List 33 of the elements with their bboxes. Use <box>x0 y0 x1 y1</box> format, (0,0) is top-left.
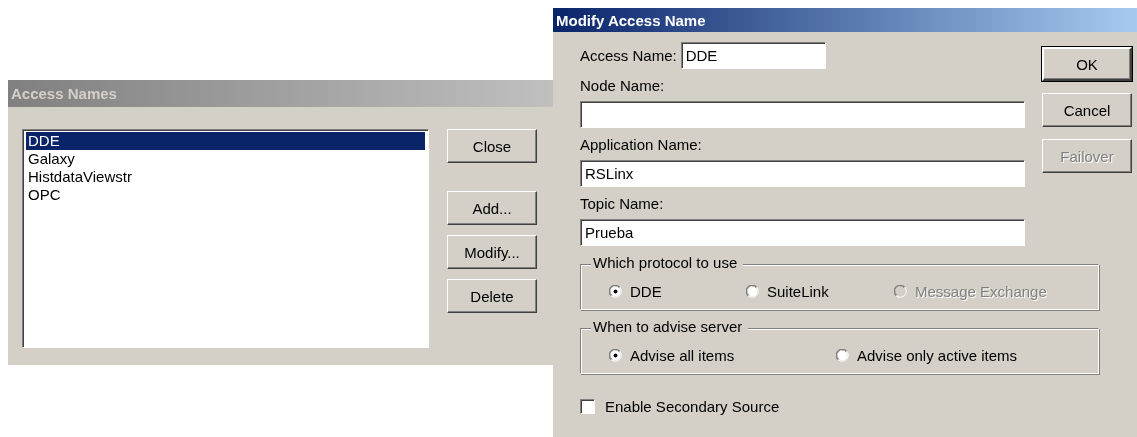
radio-label[interactable]: Advise all items <box>630 346 735 364</box>
window-title: Modify Access Name <box>556 11 706 29</box>
group-title: Which protocol to use <box>591 254 744 271</box>
list-item[interactable]: DDE <box>26 132 425 150</box>
list-item[interactable]: Galaxy <box>26 150 425 168</box>
checkbox[interactable] <box>580 399 595 414</box>
dialog-button[interactable]: OK <box>1042 47 1132 81</box>
radio-button[interactable] <box>609 348 622 362</box>
window-title: Access Names <box>11 85 117 102</box>
dialog-button[interactable]: Close <box>447 129 537 163</box>
list-item[interactable]: HistdataViewstr <box>26 168 425 186</box>
text-field[interactable]: DDE <box>680 42 826 69</box>
radio-label[interactable]: Advise only active items <box>857 346 1018 364</box>
field-label: Node Name: <box>580 77 666 94</box>
checkbox-label[interactable]: Enable Secondary Source <box>605 398 780 415</box>
radio-label[interactable]: DDE <box>630 282 662 300</box>
field-label: Application Name: <box>580 136 703 153</box>
dialog-button[interactable]: Delete <box>447 279 537 313</box>
dialog-button[interactable]: Add... <box>447 191 537 225</box>
list-box[interactable]: DDE Galaxy HistdataViewstr OPC <box>22 129 429 348</box>
list-item[interactable]: OPC <box>26 186 425 204</box>
radio-button[interactable] <box>836 348 849 362</box>
radio-button[interactable] <box>746 284 759 298</box>
field-label: Topic Name: <box>580 195 665 212</box>
dialog-button[interactable]: Modify... <box>447 235 537 269</box>
text-field[interactable]: RSLinx <box>580 160 1025 187</box>
text-field[interactable] <box>580 101 1025 128</box>
dialog-button[interactable]: Cancel <box>1042 93 1132 127</box>
field-label: Access Name: <box>580 47 677 64</box>
text-field[interactable]: Prueba <box>580 219 1025 246</box>
radio-label[interactable]: SuiteLink <box>767 282 829 300</box>
radio-button[interactable] <box>609 284 622 298</box>
group-title: When to advise server <box>591 318 749 335</box>
